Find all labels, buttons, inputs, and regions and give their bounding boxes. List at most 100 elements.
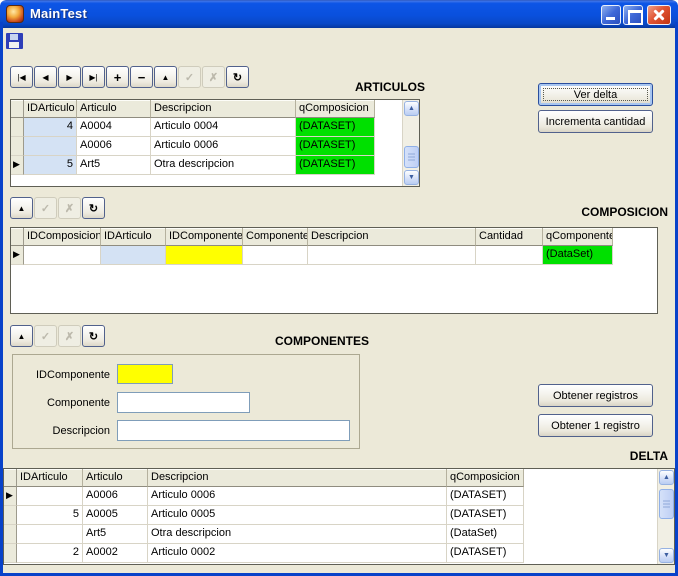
window-title: MainTest [30, 6, 87, 21]
cell[interactable]: (DATASET) [447, 487, 524, 506]
obtener-1-registro-button[interactable]: Obtener 1 registro [538, 414, 653, 437]
cell[interactable] [24, 246, 101, 265]
row-indicator-active: ▶ [4, 487, 17, 506]
nav-cancel-button: ✗ [202, 66, 225, 88]
button-label: Incrementa cantidad [546, 116, 646, 128]
componente-label: Componente [18, 397, 110, 409]
scrollbar-thumb[interactable] [659, 489, 674, 519]
cell[interactable]: A0004 [77, 118, 151, 137]
row-indicator [11, 118, 24, 137]
titlebar[interactable]: MainTest [0, 0, 678, 28]
scrollbar-thumb[interactable] [404, 146, 419, 168]
nav-last-button[interactable]: ▶| [82, 66, 105, 88]
minimize-icon[interactable] [601, 5, 621, 25]
column-header: Cantidad [476, 228, 543, 246]
current-row-arrow-icon: ▶ [13, 159, 20, 170]
column-header: qComposicion [447, 469, 524, 487]
cell[interactable] [476, 246, 543, 265]
cell[interactable]: Articulo 0006 [151, 137, 296, 156]
button-label: Ver delta [574, 89, 617, 101]
cell[interactable] [17, 487, 83, 506]
composicion-section-label: COMPOSICION [418, 205, 668, 219]
cell[interactable]: Articulo 0005 [148, 506, 447, 525]
row-indicator [11, 137, 24, 156]
nav-first-button[interactable]: |◀ [10, 66, 33, 88]
column-header: IDArticulo [101, 228, 166, 246]
save-icon[interactable] [6, 33, 23, 49]
cell[interactable]: A0006 [83, 487, 148, 506]
ver-delta-button[interactable]: Ver delta [538, 83, 653, 106]
idcomponente-field[interactable] [117, 364, 173, 384]
scroll-down-icon[interactable]: ▼ [404, 170, 419, 185]
componentes-section-label: COMPONENTES [222, 334, 422, 348]
scroll-down-icon[interactable]: ▼ [659, 548, 674, 563]
nav-prior-button[interactable]: ◀ [34, 66, 57, 88]
table-row: 2 A0002 Articulo 0002 (DATASET) [4, 544, 674, 563]
scroll-up-icon[interactable]: ▲ [659, 470, 674, 485]
cell[interactable]: Articulo 0002 [148, 544, 447, 563]
incrementa-cantidad-button[interactable]: Incrementa cantidad [538, 110, 653, 133]
componente-field[interactable] [117, 392, 250, 413]
cell[interactable]: 5 [24, 156, 77, 175]
cell[interactable]: (DATASET) [447, 544, 524, 563]
descripcion-label: Descripcion [18, 425, 110, 437]
cell[interactable]: (DATASET) [296, 137, 375, 156]
table-row: ▶ A0006 Articulo 0006 (DATASET) [4, 487, 674, 506]
row-indicator-active: ▶ [11, 156, 24, 175]
cell[interactable]: 2 [17, 544, 83, 563]
column-header: qComponente [543, 228, 613, 246]
nav-edit-button[interactable]: ▲ [10, 197, 33, 219]
cell[interactable]: (DATASET) [296, 156, 375, 175]
componentes-navigator: ▲ ✓ ✗ ↻ [10, 325, 105, 347]
cell[interactable]: (DataSet) [447, 525, 524, 544]
cell[interactable] [243, 246, 308, 265]
cell[interactable] [101, 246, 166, 265]
cell[interactable]: (DATASET) [296, 118, 375, 137]
nav-cancel-button: ✗ [58, 325, 81, 347]
nav-post-button: ✓ [178, 66, 201, 88]
cell[interactable] [17, 525, 83, 544]
main-window: MainTest |◀ ◀ ▶ ▶| + − ▲ ✓ ✗ ↻ ARTICULOS… [0, 0, 678, 576]
cell[interactable]: 4 [24, 118, 77, 137]
cell[interactable] [308, 246, 476, 265]
nav-cancel-button: ✗ [58, 197, 81, 219]
articulos-navigator: |◀ ◀ ▶ ▶| + − ▲ ✓ ✗ ↻ [10, 66, 249, 88]
cell[interactable]: A0006 [77, 137, 151, 156]
descripcion-field[interactable] [117, 420, 350, 441]
composicion-navigator: ▲ ✓ ✗ ↻ [10, 197, 105, 219]
nav-post-button: ✓ [34, 325, 57, 347]
nav-edit-button[interactable]: ▲ [154, 66, 177, 88]
cell[interactable]: Otra descripcion [148, 525, 447, 544]
delta-section-label: DELTA [468, 449, 668, 463]
close-icon[interactable] [647, 5, 671, 25]
nav-refresh-button[interactable]: ↻ [82, 197, 105, 219]
cell[interactable] [166, 246, 243, 265]
nav-next-button[interactable]: ▶ [58, 66, 81, 88]
articulos-grid: IDArticulo Articulo Descripcion qComposi… [10, 99, 420, 187]
cell[interactable]: 5 [17, 506, 83, 525]
cell[interactable] [24, 137, 77, 156]
cell[interactable]: Articulo 0004 [151, 118, 296, 137]
nav-delete-button[interactable]: − [130, 66, 153, 88]
cell[interactable]: Art5 [83, 525, 148, 544]
nav-post-button: ✓ [34, 197, 57, 219]
cell[interactable]: Otra descripcion [151, 156, 296, 175]
nav-refresh-button[interactable]: ↻ [82, 325, 105, 347]
nav-edit-button[interactable]: ▲ [10, 325, 33, 347]
table-row: 4 A0004 Articulo 0004 (DATASET) [11, 118, 419, 137]
scroll-up-icon[interactable]: ▲ [404, 101, 419, 116]
cell[interactable]: (DataSet) [543, 246, 613, 265]
cell[interactable]: A0005 [83, 506, 148, 525]
nav-insert-button[interactable]: + [106, 66, 129, 88]
cell[interactable]: (DATASET) [447, 506, 524, 525]
cell[interactable]: Art5 [77, 156, 151, 175]
column-header: Articulo [83, 469, 148, 487]
obtener-registros-button[interactable]: Obtener registros [538, 384, 653, 407]
table-row: ▶ 5 Art5 Otra descripcion (DATASET) [11, 156, 419, 175]
maximize-icon[interactable] [623, 5, 643, 25]
column-header: Articulo [77, 100, 151, 118]
indicator-header [11, 228, 24, 246]
articulos-section-label: ARTICULOS [225, 80, 425, 94]
cell[interactable]: Articulo 0006 [148, 487, 447, 506]
cell[interactable]: A0002 [83, 544, 148, 563]
